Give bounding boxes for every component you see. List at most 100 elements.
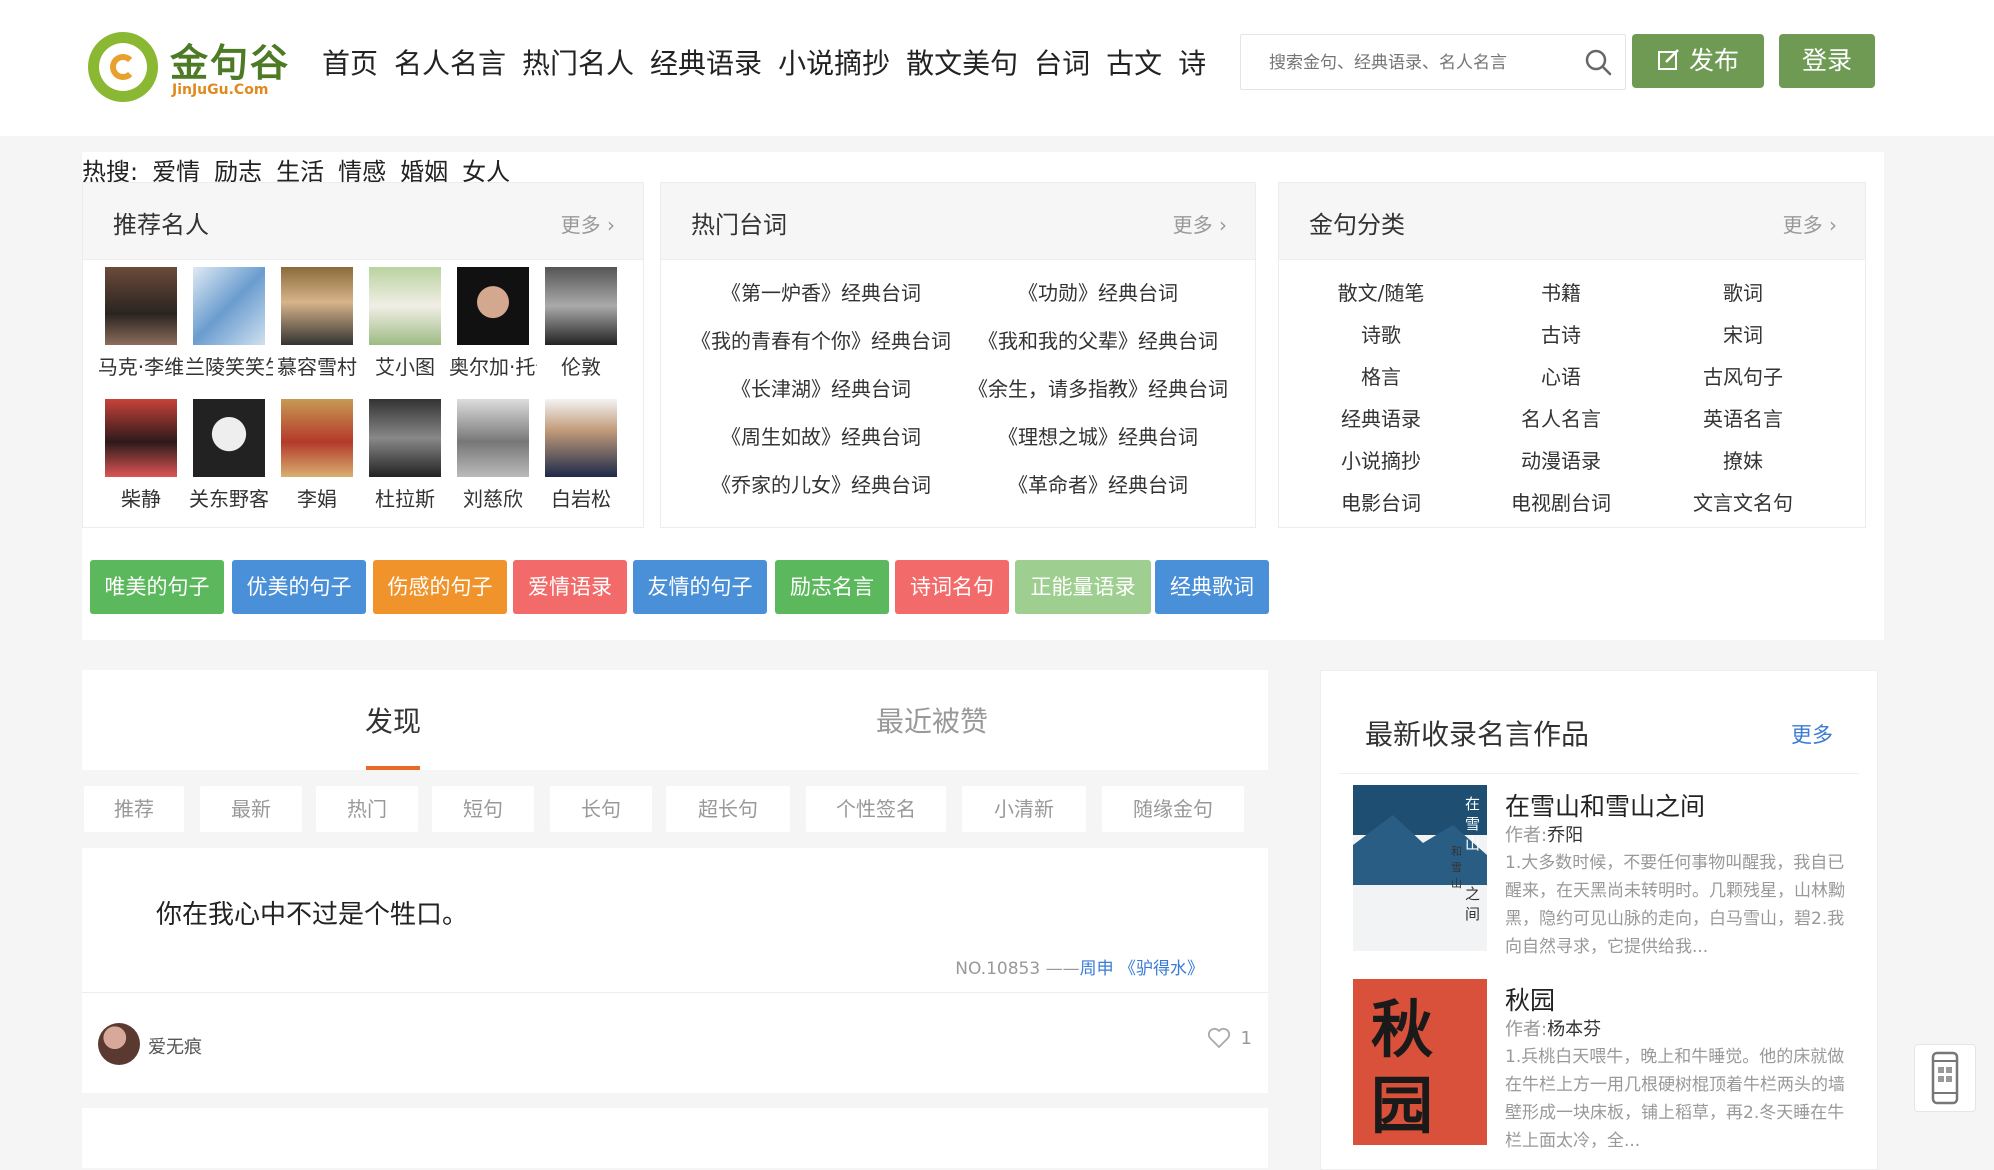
- category-link[interactable]: 英语名言: [1663, 403, 1823, 432]
- tag-button[interactable]: 唯美的句子: [90, 560, 224, 614]
- line-link[interactable]: 《革命者》经典台词: [953, 469, 1243, 498]
- celebrity-item[interactable]: 关东野客: [185, 399, 273, 512]
- nav-poetry[interactable]: 诗: [1178, 42, 1206, 82]
- categories-more-link[interactable]: 更多 ›: [1783, 209, 1837, 238]
- category-link[interactable]: 古诗: [1481, 319, 1641, 348]
- avatar: [545, 399, 617, 477]
- category-link[interactable]: 经典语录: [1301, 403, 1461, 432]
- svg-text:和: 和: [1451, 845, 1462, 858]
- search-input[interactable]: [1267, 35, 1571, 91]
- filter-recommend[interactable]: 推荐: [84, 786, 184, 832]
- publish-button[interactable]: 发布: [1632, 34, 1764, 88]
- category-link[interactable]: 文言文名句: [1663, 487, 1823, 516]
- celebrity-item[interactable]: 白岩松: [537, 399, 625, 512]
- recommended-celebrities: 推荐名人 更多 › 马克·李维 兰陵笑笑生 慕容雪村 艾小图 奥尔加·托卡尔丘克…: [82, 182, 644, 528]
- line-link[interactable]: 《我和我的父辈》经典台词: [953, 325, 1243, 354]
- line-link[interactable]: 《周生如故》经典台词: [681, 421, 961, 450]
- filter-short[interactable]: 短句: [432, 786, 534, 832]
- category-link[interactable]: 散文/随笔: [1301, 277, 1461, 306]
- filter-fresh[interactable]: 小清新: [962, 786, 1086, 832]
- nav-classical[interactable]: 古文: [1106, 42, 1162, 82]
- tab-recently-liked[interactable]: 最近被赞: [876, 700, 988, 740]
- tag-button[interactable]: 诗词名句: [895, 560, 1009, 614]
- svg-text:山: 山: [1451, 877, 1462, 890]
- category-link[interactable]: 名人名言: [1481, 403, 1641, 432]
- avatar: [457, 399, 529, 477]
- site-logo[interactable]: 金句谷 JinJuGu.Com: [88, 30, 288, 110]
- quote-work-link[interactable]: 《驴得水》: [1119, 959, 1204, 979]
- search-icon[interactable]: [1583, 47, 1613, 77]
- user-name[interactable]: 爱无痕: [148, 1033, 202, 1059]
- tag-button[interactable]: 经典歌词: [1155, 560, 1269, 614]
- celebrities-title: 推荐名人: [113, 211, 209, 239]
- category-link[interactable]: 电视剧台词: [1481, 487, 1641, 516]
- category-link[interactable]: 小说摘抄: [1301, 445, 1461, 474]
- line-link[interactable]: 《理想之城》经典台词: [953, 421, 1243, 450]
- category-link[interactable]: 电影台词: [1301, 487, 1461, 516]
- tag-button[interactable]: 爱情语录: [513, 560, 627, 614]
- tag-button[interactable]: 优美的句子: [232, 560, 366, 614]
- lines-header: 热门台词 更多 ›: [661, 183, 1255, 260]
- mobile-version-button[interactable]: [1914, 1044, 1976, 1112]
- category-link[interactable]: 动漫语录: [1481, 445, 1641, 474]
- category-link[interactable]: 宋词: [1663, 319, 1823, 348]
- filter-signature[interactable]: 个性签名: [806, 786, 946, 832]
- line-link[interactable]: 《乔家的儿女》经典台词: [681, 469, 961, 498]
- celebrity-item[interactable]: 兰陵笑笑生: [185, 267, 273, 380]
- celebrities-header: 推荐名人 更多 ›: [83, 183, 643, 260]
- avatar[interactable]: [98, 1023, 140, 1065]
- celebrity-item[interactable]: 奥尔加·托卡尔丘克: [449, 267, 537, 380]
- filter-latest[interactable]: 最新: [200, 786, 302, 832]
- line-link[interactable]: 《长津湖》经典台词: [681, 373, 961, 402]
- avatar: [281, 267, 353, 345]
- nav-home[interactable]: 首页: [322, 42, 378, 82]
- tab-discover[interactable]: 发现: [365, 700, 421, 740]
- celebrity-item[interactable]: 杜拉斯: [361, 399, 449, 512]
- line-link[interactable]: 《功勋》经典台词: [953, 277, 1243, 306]
- category-link[interactable]: 格言: [1301, 361, 1461, 390]
- avatar: [105, 267, 177, 345]
- tag-button[interactable]: 伤感的句子: [373, 560, 507, 614]
- nav-novel-excerpts[interactable]: 小说摘抄: [778, 42, 890, 82]
- nav-hot-celebrities[interactable]: 热门名人: [522, 42, 634, 82]
- category-link[interactable]: 古风句子: [1663, 361, 1823, 390]
- login-button[interactable]: 登录: [1779, 34, 1875, 88]
- category-link[interactable]: 诗歌: [1301, 319, 1461, 348]
- filter-extra-long[interactable]: 超长句: [666, 786, 790, 832]
- tag-button[interactable]: 励志名言: [775, 560, 889, 614]
- category-link[interactable]: 撩妹: [1663, 445, 1823, 474]
- nav-famous-quotes[interactable]: 名人名言: [394, 42, 506, 82]
- svg-text:在: 在: [1465, 795, 1480, 813]
- category-link[interactable]: 心语: [1481, 361, 1641, 390]
- logo-mark-icon: [88, 32, 158, 102]
- avatar: [105, 399, 177, 477]
- celebrity-item[interactable]: 马克·李维: [97, 267, 185, 380]
- celebrity-item[interactable]: 柴静: [97, 399, 185, 512]
- category-link[interactable]: 歌词: [1663, 277, 1823, 306]
- quote-author-link[interactable]: 周申: [1080, 959, 1114, 979]
- nav-classic-quotes[interactable]: 经典语录: [650, 42, 762, 82]
- line-link[interactable]: 《第一炉香》经典台词: [681, 277, 961, 306]
- celebrity-item[interactable]: 刘慈欣: [449, 399, 537, 512]
- quote-card[interactable]: 你在我心中不过是个牲口。 NO.10853 ——周申 《驴得水》: [82, 848, 1268, 993]
- line-link[interactable]: 《我的青春有个你》经典台词: [681, 325, 961, 354]
- celebrities-more-link[interactable]: 更多 ›: [561, 209, 615, 238]
- like-button[interactable]: 1: [1207, 1027, 1252, 1049]
- nav-prose[interactable]: 散文美句: [906, 42, 1018, 82]
- categories-title: 金句分类: [1309, 211, 1405, 239]
- nav-lines[interactable]: 台词: [1034, 42, 1090, 82]
- tag-button[interactable]: 友情的句子: [633, 560, 767, 614]
- filter-random[interactable]: 随缘金句: [1102, 786, 1244, 832]
- celebrity-item[interactable]: 慕容雪村: [273, 267, 361, 380]
- celebrity-item[interactable]: 李娟: [273, 399, 361, 512]
- filter-long[interactable]: 长句: [550, 786, 652, 832]
- celebrity-item[interactable]: 伦敦: [537, 267, 625, 380]
- celebrity-item[interactable]: 艾小图: [361, 267, 449, 380]
- line-link[interactable]: 《余生，请多指教》经典台词: [953, 373, 1243, 402]
- sidebar-title: 最新收录名言作品: [1365, 718, 1590, 751]
- tag-button[interactable]: 正能量语录: [1015, 560, 1151, 614]
- filter-hot[interactable]: 热门: [316, 786, 418, 832]
- lines-more-link[interactable]: 更多 ›: [1173, 209, 1227, 238]
- sidebar-more-link[interactable]: 更多: [1791, 719, 1833, 749]
- category-link[interactable]: 书籍: [1481, 277, 1641, 306]
